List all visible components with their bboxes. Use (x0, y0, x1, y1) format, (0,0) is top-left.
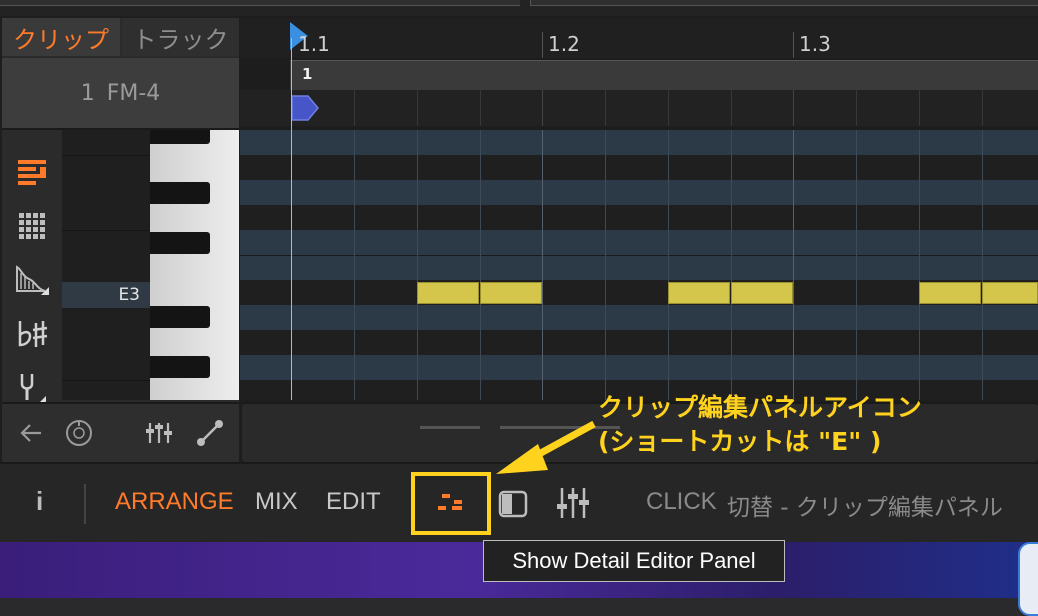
arrange-button[interactable]: ARRANGE (115, 488, 234, 516)
grid-icon[interactable] (14, 208, 50, 244)
editor-tools (2, 130, 62, 404)
curve-icon[interactable] (195, 418, 225, 448)
expression-icon[interactable] (14, 262, 50, 298)
desktop-app-icon[interactable] (1018, 542, 1038, 616)
detail-editor-panel-icon[interactable] (436, 492, 466, 514)
clip-lane-number: 1 (302, 65, 313, 83)
black-key[interactable] (150, 130, 210, 144)
piano-keyboard[interactable] (150, 130, 239, 400)
inspector-panel-toggle-icon[interactable] (498, 490, 528, 518)
playhead-line (291, 38, 292, 400)
ruler-label: 1.3 (799, 32, 831, 56)
inspector-panel: クリップ トラック 1 FM-4 E3 (2, 18, 239, 462)
annotation-line-2: (ショートカットは "E" ) (598, 427, 882, 456)
black-key[interactable] (150, 356, 210, 378)
tab-track[interactable]: トラック (122, 18, 239, 56)
timeline-ruler[interactable]: 1.1 1.2 1.3 (240, 18, 1038, 58)
mix-button[interactable]: MIX (255, 488, 298, 516)
clip-name: FM-4 (106, 80, 161, 106)
clip-number: 1 (80, 80, 95, 106)
annotation-arrow (496, 420, 596, 474)
white-key[interactable] (150, 262, 239, 307)
midi-note[interactable] (982, 282, 1038, 304)
midi-note[interactable] (731, 282, 793, 304)
key-label-column (62, 130, 150, 400)
info-button[interactable]: i (36, 486, 43, 517)
midi-note[interactable] (919, 282, 981, 304)
annotation-line-1: クリップ編集パネルアイコン (598, 393, 922, 422)
top-edge (0, 0, 1038, 16)
clip-start-icon[interactable] (290, 94, 320, 124)
back-arrow-icon[interactable] (16, 418, 46, 448)
note-editor-icon[interactable] (14, 154, 50, 190)
inspector-footer (2, 402, 239, 462)
clip-header-lane[interactable]: 1 (290, 60, 1038, 91)
clip-launch-lane (240, 90, 1038, 126)
ruler-label: 1.2 (548, 32, 580, 56)
tooltip: Show Detail Editor Panel (483, 540, 785, 582)
mixer-sliders-icon[interactable] (144, 418, 174, 448)
note-label-e3: E3 (62, 282, 150, 308)
midi-note[interactable] (668, 282, 730, 304)
dial-icon[interactable] (64, 418, 94, 448)
sharp-flat-icon[interactable] (14, 316, 50, 352)
note-grid[interactable] (240, 130, 1038, 400)
black-key[interactable] (150, 306, 210, 328)
click-description: 切替 - クリップ編集パネル (727, 495, 1003, 521)
black-key[interactable] (150, 232, 210, 254)
black-key[interactable] (150, 182, 210, 204)
edit-button[interactable]: EDIT (326, 488, 381, 516)
mixer-panel-icon[interactable] (556, 486, 590, 520)
tuning-fork-icon[interactable] (14, 370, 50, 406)
tab-clip[interactable]: クリップ (2, 18, 120, 56)
midi-note[interactable] (480, 282, 542, 304)
clip-name-field[interactable]: 1 FM-4 (2, 58, 239, 130)
midi-note[interactable] (417, 282, 479, 304)
ruler-label: 1.1 (298, 32, 330, 56)
click-label: CLICK (646, 488, 717, 515)
